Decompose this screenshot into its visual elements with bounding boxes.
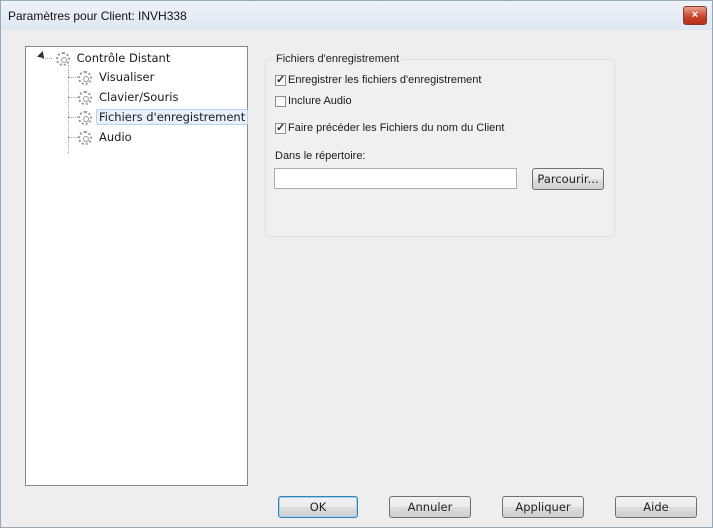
ok-button[interactable]: OK xyxy=(278,496,358,518)
help-button[interactable]: Aide xyxy=(615,496,697,518)
close-icon: × xyxy=(691,9,699,21)
close-button[interactable]: × xyxy=(683,6,707,25)
checkbox-label: Inclure Audio xyxy=(288,95,352,108)
gear-icon xyxy=(78,130,92,145)
tree-item-label: Fichiers d'enregistrement xyxy=(96,109,249,125)
settings-dialog: Paramètres pour Client: INVH338 × Contrô… xyxy=(0,0,713,528)
tree-item-label: Audio xyxy=(99,130,132,144)
tree-item-label: Visualiser xyxy=(99,70,155,84)
directory-input[interactable] xyxy=(274,168,517,189)
dialog-body: Contrôle Distant Visualiser Clavier/Sour… xyxy=(1,30,712,527)
collapse-arrow-icon[interactable] xyxy=(37,51,47,61)
checkbox-label: Faire précéder les Fichiers du nom du Cl… xyxy=(288,122,505,135)
tree-connector xyxy=(68,77,78,78)
tree-item-fichiers-enregistrement[interactable]: Fichiers d'enregistrement xyxy=(78,108,249,126)
prefix-client-name-checkbox-row[interactable]: Faire précéder les Fichiers du nom du Cl… xyxy=(275,121,504,137)
tree-connector xyxy=(68,97,78,98)
gear-icon xyxy=(78,110,92,125)
browse-button[interactable]: Parcourir... xyxy=(532,168,604,190)
prefix-client-name-checkbox[interactable] xyxy=(275,121,286,135)
checkbox-label: Enregistrer les fichiers d'enregistremen… xyxy=(288,74,482,87)
tree-connector xyxy=(68,137,78,138)
remote-control-gear-icon xyxy=(55,51,70,66)
window-title: Paramètres pour Client: INVH338 xyxy=(8,9,187,23)
tree-item-controle-distant[interactable]: Contrôle Distant xyxy=(30,49,173,67)
tree-connector xyxy=(68,117,78,118)
group-title: Fichiers d'enregistrement xyxy=(273,53,403,65)
tree-connector xyxy=(68,65,69,153)
tree-item-label: Contrôle Distant xyxy=(76,51,171,65)
gear-icon xyxy=(78,70,92,85)
include-audio-checkbox[interactable] xyxy=(275,95,286,107)
tree-item-visualiser[interactable]: Visualiser xyxy=(78,68,157,86)
tree-item-audio[interactable]: Audio xyxy=(78,128,135,146)
gear-icon xyxy=(78,90,92,105)
settings-tree[interactable]: Contrôle Distant Visualiser Clavier/Sour… xyxy=(25,46,249,486)
title-bar: Paramètres pour Client: INVH338 × xyxy=(1,1,712,30)
record-files-checkbox-row[interactable]: Enregistrer les fichiers d'enregistremen… xyxy=(275,73,481,89)
directory-label: Dans le répertoire: xyxy=(275,150,366,162)
tree-item-clavier-souris[interactable]: Clavier/Souris xyxy=(78,88,182,106)
include-audio-checkbox-row[interactable]: Inclure Audio xyxy=(275,94,352,110)
cancel-button[interactable]: Annuler xyxy=(389,496,471,518)
apply-button[interactable]: Appliquer xyxy=(502,496,584,518)
tree-item-label: Clavier/Souris xyxy=(99,90,179,104)
record-files-checkbox[interactable] xyxy=(275,73,286,87)
